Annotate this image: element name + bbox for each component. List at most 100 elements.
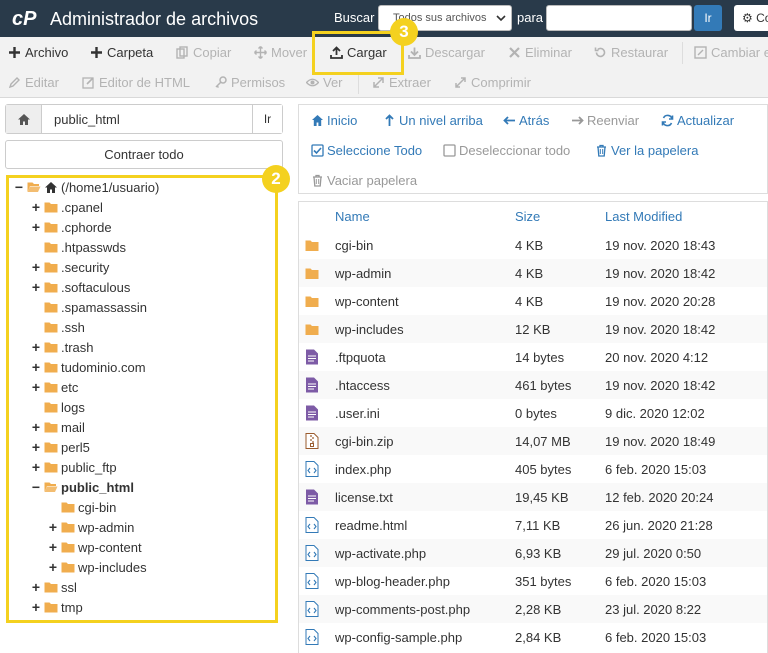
new-file-button[interactable]: Archivo <box>8 45 68 60</box>
view-trash-link[interactable]: Ver la papelera <box>595 143 698 158</box>
home-link-label: Inicio <box>327 113 358 128</box>
code-file-icon <box>305 629 319 645</box>
file-last-modified: 23 jul. 2020 8:22 <box>605 602 702 617</box>
new-folder-button[interactable]: Carpeta <box>90 45 153 60</box>
empty-trash-label: Vaciar papelera <box>327 173 418 188</box>
search-input[interactable] <box>546 5 692 31</box>
table-row[interactable]: readme.html 7,11 KB 26 jun. 2020 21:28 <box>299 511 767 539</box>
table-row[interactable]: index.php 405 bytes 6 feb. 2020 15:03 <box>299 455 767 483</box>
delete-button[interactable]: Eliminar <box>508 45 572 60</box>
file-list-table: Name Size Last Modified cgi-bin 4 KB 19 no… <box>298 201 768 653</box>
arrow-right-icon <box>572 116 584 125</box>
restore-label: Restaurar <box>611 45 669 60</box>
table-row[interactable]: .htaccess 461 bytes 19 nov. 2020 18:42 <box>299 371 767 399</box>
file-size: 4 KB <box>515 238 544 253</box>
table-row[interactable]: wp-includes 12 KB 19 nov. 2020 18:42 <box>299 315 767 343</box>
new-file-label: Archivo <box>25 45 69 60</box>
table-row[interactable]: cgi-bin.zip 14,07 MB 19 nov. 2020 18:49 <box>299 427 767 455</box>
edit-label: Editar <box>25 75 59 90</box>
file-size: 19,45 KB <box>515 490 569 505</box>
table-row[interactable]: wp-activate.php 6,93 KB 29 jul. 2020 0:50 <box>299 539 767 567</box>
collapse-all-button[interactable]: Contraer todo <box>5 140 283 169</box>
code-file-icon <box>305 573 319 589</box>
view-label: Ver <box>323 75 343 90</box>
extract-button[interactable]: Extraer <box>372 75 431 90</box>
column-header-size[interactable]: Size <box>515 209 540 224</box>
folder-icon <box>305 321 319 337</box>
download-button[interactable]: Descargar <box>408 45 485 60</box>
file-last-modified: 26 jun. 2020 21:28 <box>605 518 713 533</box>
move-button[interactable]: Mover <box>254 45 307 60</box>
directory-tree-highlight-box <box>6 175 278 623</box>
folder-icon <box>305 265 319 281</box>
home-directory-button[interactable] <box>6 105 42 133</box>
file-last-modified: 19 nov. 2020 18:42 <box>605 322 716 337</box>
download-label: Descargar <box>425 45 485 60</box>
column-header-last-modified[interactable]: Last Modified <box>605 209 682 224</box>
rename-icon <box>694 46 707 59</box>
code-file-icon <box>305 545 319 561</box>
delete-icon <box>509 47 520 58</box>
table-row[interactable]: cgi-bin 4 KB 19 nov. 2020 18:43 <box>299 231 767 259</box>
path-go-button[interactable]: Ir <box>252 105 282 133</box>
step-badge-3: 3 <box>390 18 418 46</box>
file-name: wp-activate.php <box>335 546 427 561</box>
eye-icon <box>306 78 319 87</box>
page-title: Administrador de archivos <box>50 9 259 29</box>
edit-button[interactable]: Editar <box>8 75 59 90</box>
table-row[interactable]: wp-content 4 KB 19 nov. 2020 20:28 <box>299 287 767 315</box>
html-editor-label: Editor de HTML <box>99 75 191 90</box>
folder-icon <box>305 293 319 309</box>
compress-button[interactable]: Comprimir <box>454 75 531 90</box>
text-file-icon <box>305 349 319 365</box>
trash-icon <box>597 144 606 157</box>
file-size: 4 KB <box>515 294 544 309</box>
cpanel-logo-icon: cP <box>12 8 37 30</box>
table-row[interactable]: .user.ini 0 bytes 9 dic. 2020 12:02 <box>299 399 767 427</box>
deselect-all-link[interactable]: Deseleccionar todo <box>443 143 570 158</box>
table-row[interactable]: wp-comments-post.php 2,28 KB 23 jul. 2020 … <box>299 595 767 623</box>
table-row[interactable]: license.txt 19,45 KB 12 feb. 2020 20:24 <box>299 483 767 511</box>
table-row[interactable]: wp-blog-header.php 351 bytes 6 feb. 2020 1… <box>299 567 767 595</box>
permissions-label: Permisos <box>231 75 286 90</box>
file-name: wp-admin <box>335 266 392 281</box>
permissions-button[interactable]: Permisos <box>214 75 285 90</box>
file-last-modified: 19 nov. 2020 18:42 <box>605 266 716 281</box>
gear-icon: ⚙ <box>742 11 753 25</box>
select-all-link[interactable]: Seleccione Todo <box>311 143 422 158</box>
text-file-icon <box>305 377 319 393</box>
table-row[interactable]: .ftpquota 14 bytes 20 nov. 2020 4:12 <box>299 343 767 371</box>
empty-box-icon <box>443 144 456 157</box>
file-name: index.php <box>335 462 392 477</box>
compress-label: Comprimir <box>471 75 531 90</box>
rename-label: Cambiar e <box>711 45 768 60</box>
settings-button[interactable]: ⚙ Co <box>734 5 768 31</box>
path-input[interactable]: public_html <box>54 112 120 127</box>
file-name: license.txt <box>335 490 393 505</box>
navigation-actions-panel: Inicio Un nivel arriba Atrás Reenviar Ac… <box>298 104 768 194</box>
table-row[interactable]: wp-admin 4 KB 19 nov. 2020 18:42 <box>299 259 767 287</box>
refresh-link[interactable]: Actualizar <box>661 113 734 128</box>
html-editor-button[interactable]: Editor de HTML <box>82 75 190 90</box>
rename-button[interactable]: Cambiar e <box>694 45 768 60</box>
code-file-icon <box>305 601 319 617</box>
search-for-label: para <box>517 10 544 25</box>
forward-link[interactable]: Reenviar <box>571 113 639 128</box>
file-name: .ftpquota <box>335 350 386 365</box>
select-all-label: Seleccione Todo <box>327 143 423 158</box>
file-size: 14,07 MB <box>515 434 571 449</box>
empty-trash-link[interactable]: Vaciar papelera <box>311 173 417 188</box>
search-go-button[interactable]: Ir <box>694 5 722 31</box>
home-link[interactable]: Inicio <box>311 113 357 128</box>
column-header-name[interactable]: Name <box>335 209 370 224</box>
settings-label: Co <box>756 11 768 25</box>
home-icon <box>312 115 323 126</box>
copy-label: Copiar <box>193 45 232 60</box>
up-one-level-link[interactable]: Un nivel arriba <box>383 113 483 128</box>
view-button[interactable]: Ver <box>306 75 343 90</box>
table-row[interactable]: wp-config-sample.php 2,84 KB 6 feb. 2020 1… <box>299 623 767 651</box>
back-link[interactable]: Atrás <box>503 113 549 128</box>
restore-button[interactable]: Restaurar <box>594 45 668 60</box>
copy-button[interactable]: Copiar <box>176 45 231 60</box>
home-icon <box>17 113 30 125</box>
